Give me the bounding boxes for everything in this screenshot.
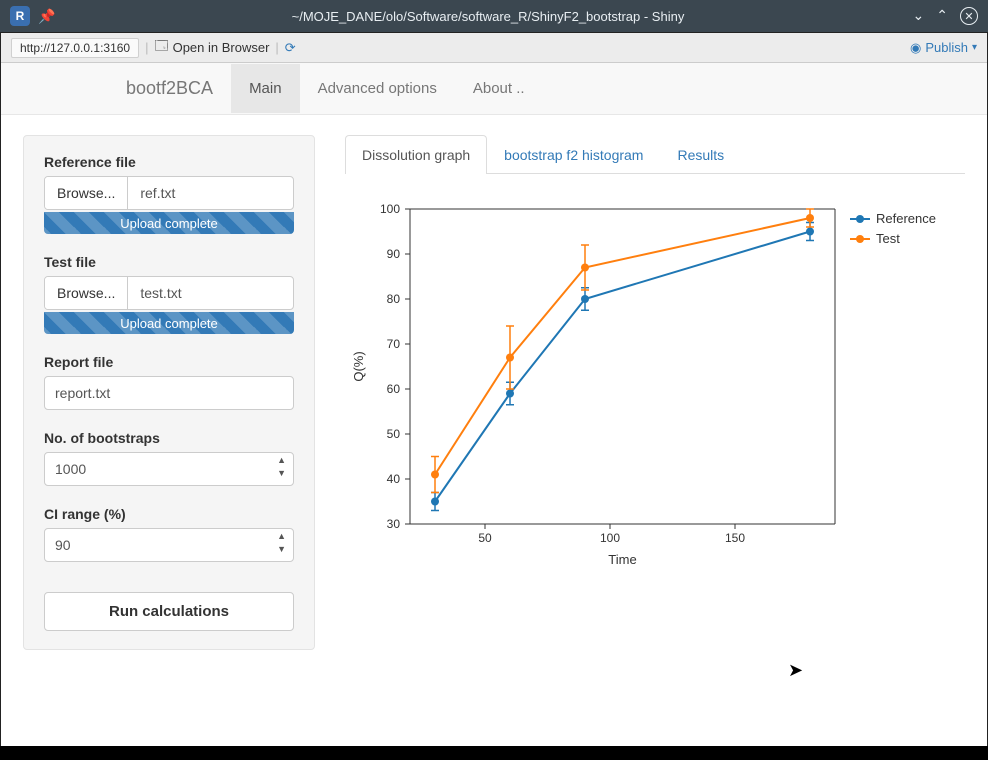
- report-file-input[interactable]: [44, 376, 294, 410]
- reference-file-label: Reference file: [44, 154, 294, 170]
- window-titlebar: R 📌 ~/MOJE_DANE/olo/Software/software_R/…: [0, 0, 988, 32]
- chevron-up-icon[interactable]: ▲: [277, 456, 286, 465]
- svg-text:Test: Test: [876, 231, 900, 246]
- refresh-icon[interactable]: ⟳: [285, 40, 296, 56]
- tabs: Dissolution graph bootstrap f2 histogram…: [345, 135, 965, 174]
- main-panel: Dissolution graph bootstrap f2 histogram…: [345, 135, 965, 650]
- window-controls: ⌄ ⌃ ✕: [913, 7, 978, 25]
- svg-text:80: 80: [387, 292, 401, 306]
- app-brand: bootf2BCA: [126, 78, 213, 99]
- main-area: Reference file Browse... ref.txt Upload …: [1, 115, 987, 670]
- svg-text:Time: Time: [608, 552, 636, 567]
- reference-upload-progress: Upload complete: [44, 212, 294, 234]
- svg-text:100: 100: [380, 202, 400, 216]
- nav-item-main[interactable]: Main: [231, 64, 300, 113]
- close-icon[interactable]: ✕: [960, 7, 978, 25]
- test-file-group: Test file Browse... test.txt Upload comp…: [44, 254, 294, 334]
- test-upload-progress: Upload complete: [44, 312, 294, 334]
- maximize-icon[interactable]: ⌃: [936, 7, 948, 25]
- svg-text:Q(%): Q(%): [351, 351, 366, 381]
- open-in-browser-label: Open in Browser: [173, 40, 270, 55]
- svg-text:70: 70: [387, 337, 401, 351]
- bootstraps-label: No. of bootstraps: [44, 430, 294, 446]
- toolbar-separator-2: |: [275, 40, 278, 55]
- nav-item-about[interactable]: About ..: [455, 64, 543, 113]
- report-file-label: Report file: [44, 354, 294, 370]
- test-file-label: Test file: [44, 254, 294, 270]
- bootstraps-input[interactable]: [44, 452, 294, 486]
- publish-label: Publish: [925, 40, 968, 55]
- svg-text:150: 150: [725, 531, 745, 545]
- browser-icon: 🗔: [154, 37, 168, 59]
- tab-dissolution-graph[interactable]: Dissolution graph: [345, 135, 487, 174]
- ci-stepper[interactable]: ▲▼: [277, 532, 286, 554]
- reference-file-input: Browse... ref.txt: [44, 176, 294, 210]
- browse-button-test[interactable]: Browse...: [45, 277, 128, 309]
- minimize-icon[interactable]: ⌄: [913, 7, 925, 25]
- run-calculations-button[interactable]: Run calculations: [44, 592, 294, 631]
- svg-text:50: 50: [478, 531, 492, 545]
- nav-item-advanced[interactable]: Advanced options: [300, 64, 455, 113]
- svg-text:40: 40: [387, 472, 401, 486]
- publish-button[interactable]: ◉ Publish ▾: [910, 40, 977, 56]
- dissolution-chart: 30 40 50 60 70 80 90 100 50 100 150 Time Q(%) Referen…: [345, 194, 965, 574]
- tab-results[interactable]: Results: [660, 135, 741, 174]
- window-title: ~/MOJE_DANE/olo/Software/software_R/Shin…: [63, 9, 912, 24]
- content: bootf2BCA Main Advanced options About ..…: [1, 63, 987, 746]
- svg-text:30: 30: [387, 517, 401, 531]
- svg-text:Reference: Reference: [876, 211, 936, 226]
- svg-text:50: 50: [387, 427, 401, 441]
- chevron-down-icon[interactable]: ▼: [277, 545, 286, 554]
- chevron-down-icon: ▾: [972, 42, 977, 53]
- ci-range-label: CI range (%): [44, 506, 294, 522]
- rstudio-icon: R: [10, 6, 30, 26]
- pin-icon[interactable]: 📌: [38, 8, 55, 25]
- url-box[interactable]: http://127.0.0.1:3160: [11, 38, 139, 58]
- open-in-browser-button[interactable]: 🗔 Open in Browser: [154, 37, 269, 59]
- plot-container: 30 40 50 60 70 80 90 100 50 100 150 Time Q(%) Referen…: [345, 174, 965, 574]
- bootstraps-stepper[interactable]: ▲▼: [277, 456, 286, 478]
- app-window: http://127.0.0.1:3160 | 🗔 Open in Browse…: [0, 32, 988, 746]
- navbar: bootf2BCA Main Advanced options About ..: [1, 63, 987, 115]
- publish-icon: ◉: [910, 40, 921, 56]
- test-file-input: Browse... test.txt: [44, 276, 294, 310]
- reference-filename: ref.txt: [128, 177, 293, 209]
- ci-range-group: CI range (%) ▲▼: [44, 506, 294, 562]
- test-filename: test.txt: [128, 277, 293, 309]
- svg-text:60: 60: [387, 382, 401, 396]
- bootstraps-group: No. of bootstraps ▲▼: [44, 430, 294, 486]
- toolbar: http://127.0.0.1:3160 | 🗔 Open in Browse…: [1, 33, 987, 63]
- tab-bootstrap-histogram[interactable]: bootstrap f2 histogram: [487, 135, 660, 174]
- ci-range-input[interactable]: [44, 528, 294, 562]
- chevron-down-icon[interactable]: ▼: [277, 469, 286, 478]
- svg-text:100: 100: [600, 531, 620, 545]
- svg-text:90: 90: [387, 247, 401, 261]
- reference-file-group: Reference file Browse... ref.txt Upload …: [44, 154, 294, 234]
- sidebar: Reference file Browse... ref.txt Upload …: [23, 135, 315, 650]
- toolbar-separator: |: [145, 40, 148, 55]
- chevron-up-icon[interactable]: ▲: [277, 532, 286, 541]
- report-file-group: Report file: [44, 354, 294, 410]
- browse-button-reference[interactable]: Browse...: [45, 177, 128, 209]
